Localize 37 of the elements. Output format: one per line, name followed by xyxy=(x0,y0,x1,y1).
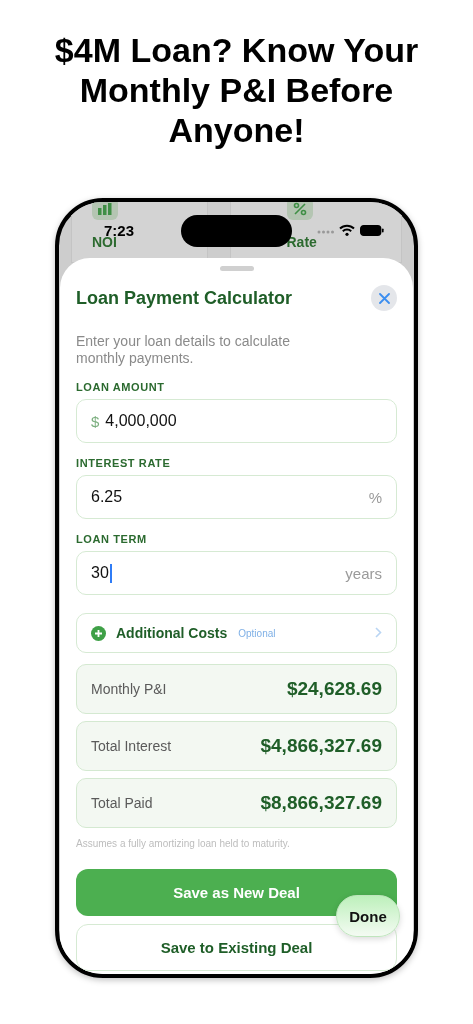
percent-icon xyxy=(292,202,307,216)
wifi-icon xyxy=(339,224,355,236)
unit-suffix: % xyxy=(368,488,382,506)
unit-suffix: years xyxy=(345,564,382,582)
currency-prefix: $ xyxy=(91,412,100,430)
bar-chart-icon xyxy=(98,203,112,215)
field-label: LOAN TERM xyxy=(76,533,148,546)
field-label: INTEREST RATE xyxy=(76,457,172,470)
battery-icon xyxy=(360,225,384,236)
result-label: Monthly P&I xyxy=(91,681,167,697)
drag-handle[interactable] xyxy=(219,266,254,271)
save-existing-button[interactable]: Save to Existing Deal xyxy=(76,924,397,971)
chevron-right-icon xyxy=(375,627,382,638)
headline: $4M Loan? Know Your Monthly P&I Before Anyone! xyxy=(53,30,420,150)
signal-icon xyxy=(317,230,335,234)
result-value: $8,866,327.69 xyxy=(260,792,382,814)
result-label: Total Interest xyxy=(91,738,172,754)
result-value: $4,866,327.69 xyxy=(260,735,382,757)
footnote: Assumes a fully amortizing loan held to maturity. xyxy=(76,838,291,850)
result-label: Total Paid xyxy=(91,795,153,811)
input-field[interactable]: 6.25 % xyxy=(76,475,397,519)
field-value: 30 xyxy=(91,564,109,582)
sheet-title: Loan Payment Calculator xyxy=(76,287,293,309)
plus-circle-icon xyxy=(91,625,106,641)
field-value: 6.25 xyxy=(91,488,123,506)
close-icon xyxy=(378,292,390,304)
row-label: Additional Costs xyxy=(116,625,228,641)
additional-costs-row[interactable]: Additional Costs Optional xyxy=(76,613,397,653)
field-value: 4,000,000 xyxy=(105,412,177,430)
status-time: 7:23 xyxy=(104,222,135,239)
result-value: $24,628.69 xyxy=(286,678,382,700)
description: Enter your loan details to calculate monthly payments. xyxy=(76,333,291,367)
optional-hint: Optional xyxy=(238,627,276,639)
close-button[interactable] xyxy=(371,285,397,311)
input-field[interactable]: $ 4,000,000 xyxy=(76,399,397,443)
field-label: LOAN AMOUNT xyxy=(76,381,166,394)
input-field[interactable]: 30 years xyxy=(76,551,397,595)
